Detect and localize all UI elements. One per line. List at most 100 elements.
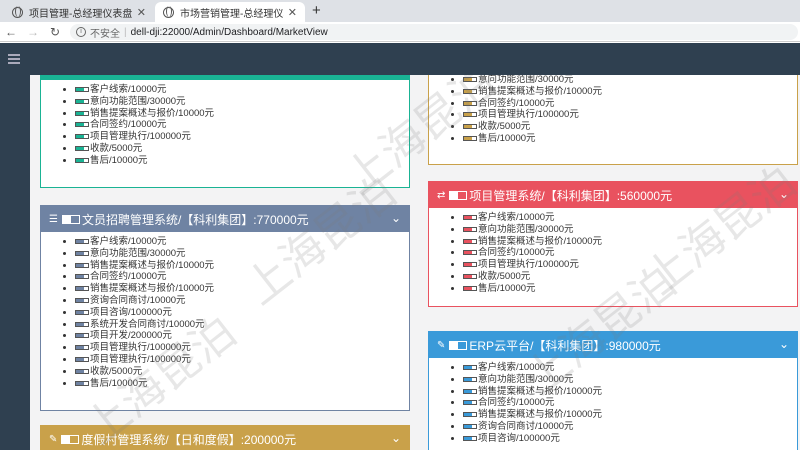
item-label: 合同签约/10000元 (90, 271, 167, 283)
project-panel: 客户线索/10000元意向功能范围/30000元销售提案概述与报价/10000元… (40, 75, 410, 188)
list-item: 售后/10000元 (75, 378, 409, 390)
project-panel: ✎ 度假村管理系统/【日和度假】:200000元 ⌄ (40, 425, 410, 450)
panel-head[interactable]: ⇄ 项目管理系统/【科利集团】:560000元 ⌄ (429, 182, 797, 208)
browser-tab-marketing[interactable]: 市场营销管理-总经理仪表盘 ✕ (155, 2, 305, 22)
list-item: 销售提案概述与报价/10000元 (463, 409, 797, 421)
list-item: 项目管理执行/100000元 (463, 109, 797, 121)
panel-head[interactable]: ✎ ERP云平台/【科利集团】:980000元 ⌄ (429, 332, 797, 358)
progress-icon (75, 238, 89, 244)
panel-head[interactable]: ✎ 度假村管理系统/【日和度假】:200000元 ⌄ (41, 426, 409, 450)
panel-head (41, 75, 409, 80)
chevron-down-icon[interactable]: ⌄ (779, 337, 789, 351)
forward-arrow-icon[interactable]: → (22, 25, 44, 39)
reload-icon[interactable]: ↻ (44, 25, 66, 39)
url-field[interactable]: i 不安全 | dell-dji:22000/Admin/Dashboard/M… (70, 24, 798, 40)
item-label: 意向功能范围/30000元 (90, 95, 186, 107)
item-label: 售后/10000元 (90, 154, 148, 166)
item-label: 意向功能范围/30000元 (478, 373, 574, 385)
close-icon[interactable]: ✕ (288, 6, 297, 19)
panel-title: ERP云平台/【科利集团】:980000元 (469, 338, 661, 353)
panel-body: 意向功能范围/30000元销售提案概述与报价/10000元合同签约/10000元… (429, 75, 797, 145)
item-list: 客户线索/10000元意向功能范围/30000元销售提案概述与报价/10000元… (463, 362, 797, 445)
progress-icon (463, 400, 477, 406)
progress-icon (75, 262, 89, 268)
list-item: 合同签约/10000元 (463, 247, 797, 259)
flag-icon (449, 190, 468, 200)
back-arrow-icon[interactable]: ← (0, 25, 22, 39)
list-item: 客户线索/10000元 (463, 362, 797, 374)
item-label: 资询合同商讨/10000元 (478, 420, 574, 432)
new-tab-icon[interactable]: + (312, 2, 321, 19)
progress-icon (75, 309, 89, 315)
shuffle-icon: ⇄ (437, 189, 446, 201)
project-panel: 意向功能范围/30000元销售提案概述与报价/10000元合同签约/10000元… (428, 75, 798, 165)
item-label: 收款/5000元 (478, 121, 531, 133)
project-panel: ⇄ 项目管理系统/【科利集团】:560000元 ⌄ 客户线索/10000元意向功… (428, 181, 798, 307)
item-label: 售后/10000元 (478, 132, 536, 144)
list-item: 销售提案概述与报价/10000元 (463, 86, 797, 98)
item-label: 收款/5000元 (90, 365, 143, 377)
list-item: 意向功能范围/30000元 (463, 224, 797, 236)
progress-icon (463, 88, 477, 94)
chevron-down-icon[interactable]: ⌄ (779, 187, 789, 201)
project-panel: ☰ 文员招聘管理系统/【科利集团】:770000元 ⌄ 客户线索/10000元意… (40, 205, 410, 411)
list-item: 系统开发合同商讨/10000元 (75, 319, 409, 331)
progress-icon (463, 376, 477, 382)
progress-icon (75, 333, 89, 339)
item-label: 项目咨询/100000元 (478, 432, 560, 444)
list-item: 资询合同商讨/10000元 (463, 421, 797, 433)
item-label: 项目管理执行/100000元 (90, 131, 191, 143)
item-label: 收款/5000元 (478, 270, 531, 282)
item-label: 销售提案概述与报价/10000元 (478, 409, 603, 421)
progress-icon (463, 124, 477, 130)
item-label: 收款/5000元 (90, 142, 143, 154)
list-item: 意向功能范围/30000元 (75, 96, 409, 108)
edit-icon: ✎ (437, 339, 446, 351)
list-item: 销售提案概述与报价/10000元 (463, 236, 797, 248)
progress-icon (75, 356, 89, 362)
flag-icon (61, 434, 80, 444)
item-label: 售后/10000元 (90, 377, 148, 389)
browser-tab-project[interactable]: 项目管理-总经理仪表盘 ✕ (4, 2, 154, 22)
separator: | (124, 26, 127, 38)
item-label: 合同签约/10000元 (478, 97, 555, 109)
list-item: 项目管理执行/100000元 (75, 354, 409, 366)
item-list: 客户线索/10000元意向功能范围/30000元销售提案概述与报价/10000元… (463, 212, 797, 295)
globe-icon (163, 6, 174, 18)
item-label: 销售提案概述与报价/10000元 (478, 235, 603, 247)
list-item: 收款/5000元 (463, 271, 797, 283)
item-label: 项目管理执行/100000元 (478, 109, 579, 121)
close-icon[interactable]: ✕ (137, 6, 146, 19)
menu-icon[interactable] (8, 54, 20, 64)
progress-icon (75, 380, 89, 386)
info-icon[interactable]: i (76, 27, 86, 37)
panel-body: 客户线索/10000元意向功能范围/30000元销售提案概述与报价/10000元… (41, 232, 409, 389)
list-item: 客户线索/10000元 (75, 236, 409, 248)
progress-icon (463, 412, 477, 418)
panel-body: 客户线索/10000元意向功能范围/30000元销售提案概述与报价/10000元… (429, 358, 797, 445)
progress-icon (75, 368, 89, 374)
progress-icon (75, 86, 89, 92)
item-label: 销售提案概述与报价/10000元 (478, 385, 603, 397)
list-item: 售后/10000元 (75, 155, 409, 167)
list-item: 资询合同商讨/10000元 (75, 295, 409, 307)
list-item: 销售提案概述与报价/10000元 (463, 386, 797, 398)
item-label: 合同签约/10000元 (478, 397, 555, 409)
list-item: 售后/10000元 (463, 283, 797, 295)
item-list: 客户线索/10000元意向功能范围/30000元销售提案概述与报价/10000元… (75, 236, 409, 389)
panel-head[interactable]: ☰ 文员招聘管理系统/【科利集团】:770000元 ⌄ (41, 206, 409, 232)
flag-icon (61, 214, 80, 224)
item-list: 客户线索/10000元意向功能范围/30000元销售提案概述与报价/10000元… (75, 84, 409, 167)
progress-icon (75, 297, 89, 303)
list-item: 客户线索/10000元 (75, 84, 409, 96)
progress-icon (463, 135, 477, 141)
chevron-down-icon[interactable]: ⌄ (391, 211, 401, 225)
panel-body: 客户线索/10000元意向功能范围/30000元销售提案概述与报价/10000元… (429, 208, 797, 295)
progress-icon (463, 226, 477, 232)
progress-icon (75, 98, 89, 104)
item-label: 销售提案概述与报价/10000元 (90, 107, 215, 119)
list-item: 项目管理执行/100000元 (75, 131, 409, 143)
chevron-down-icon[interactable]: ⌄ (391, 431, 401, 445)
list-item: 销售提案概述与报价/10000元 (75, 260, 409, 272)
item-label: 销售提案概述与报价/10000元 (478, 85, 603, 97)
